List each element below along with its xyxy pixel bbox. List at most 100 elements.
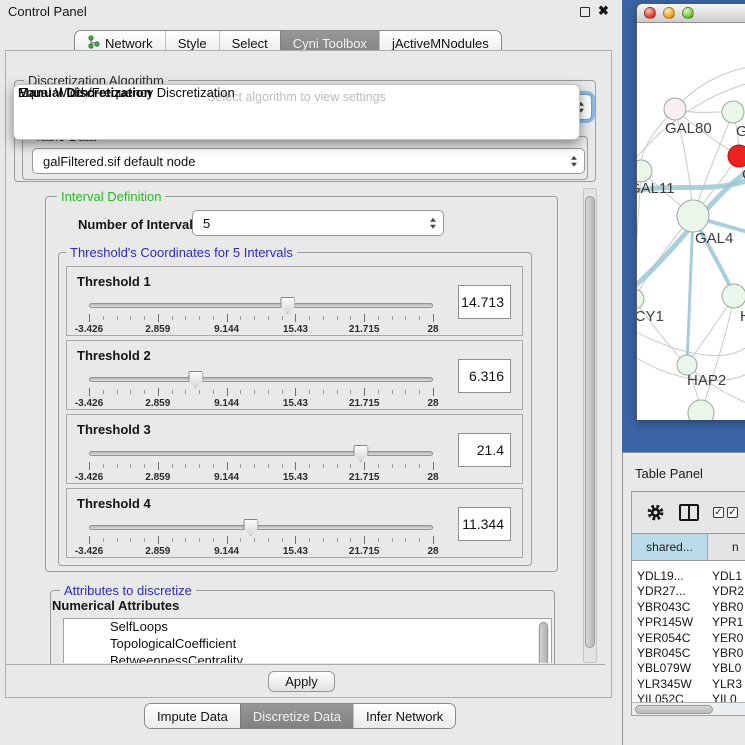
zoom-traffic-light-icon[interactable]	[682, 7, 694, 19]
threshold-value-field[interactable]: 11.344	[458, 507, 511, 541]
cell-name[interactable]: YDR2	[708, 584, 745, 599]
combo-stepper-icon	[430, 218, 436, 229]
algorithm-popup-item[interactable]: Equal Width/Frequency Discretization	[18, 85, 235, 100]
table-row[interactable]: YPR145W YPR1	[632, 615, 745, 630]
threshold-slider[interactable]: -3.4262.8599.14415.4321.71528	[89, 369, 433, 409]
table-row[interactable]: YBL079W YBL0	[632, 661, 745, 676]
table-panel-title: Table Panel	[635, 466, 703, 481]
network-node[interactable]	[688, 400, 714, 420]
cell-shared-name[interactable]: YIL052C	[632, 692, 708, 702]
cell-name[interactable]: YER0	[708, 631, 745, 646]
slider-thumb[interactable]	[243, 519, 258, 536]
checkbox-icon: ✓	[727, 507, 738, 518]
close-traffic-light-icon[interactable]	[644, 7, 656, 19]
node-table[interactable]: shared... n YDL19... YDL1 YDR27... YDR2	[632, 533, 745, 715]
tab-bottom[interactable]: Discretize Data	[240, 704, 353, 728]
gear-icon[interactable]	[646, 503, 665, 522]
attributes-list-scrollbar[interactable]	[538, 621, 549, 663]
number-of-intervals-label: Number of Intervals	[78, 217, 200, 232]
threshold-value-field[interactable]: 6.316	[458, 359, 511, 393]
cell-name[interactable]: YBL0	[708, 661, 745, 676]
network-window-titlebar[interactable]	[637, 4, 745, 23]
slider-track[interactable]	[89, 525, 433, 530]
column-header-name[interactable]: n	[708, 534, 745, 560]
tab-bottom[interactable]: Impute Data	[145, 704, 240, 728]
slider-thumb[interactable]	[280, 297, 295, 314]
threshold-value-field[interactable]: 14.713	[458, 285, 511, 319]
scrollbar-thumb[interactable]	[539, 622, 548, 663]
slider-tick-labels: -3.4262.8599.14415.4321.71528	[89, 472, 433, 484]
column-visibility-icon[interactable]: ✓ ✓	[713, 507, 738, 518]
slider-track[interactable]	[89, 377, 433, 382]
attribute-list-item[interactable]: BetweennessCentrality	[64, 653, 551, 663]
minimize-traffic-light-icon[interactable]	[663, 7, 675, 19]
slider-thumb[interactable]	[353, 445, 368, 462]
network-node[interactable]	[637, 289, 644, 309]
float-window-icon[interactable]	[580, 7, 590, 17]
main-vertical-scrollbar[interactable]	[583, 188, 597, 663]
cell-shared-name[interactable]: YPR145W	[632, 615, 708, 630]
attribute-list-item[interactable]: TopologicalCoefficient	[64, 636, 551, 653]
threshold-label: Threshold 2	[77, 348, 151, 363]
cell-name[interactable]: YLR3	[708, 677, 745, 692]
threshold-slider[interactable]: -3.4262.8599.14415.4321.71528	[89, 443, 433, 483]
cell-shared-name[interactable]: YBR043C	[632, 600, 708, 615]
slider-track[interactable]	[89, 451, 433, 456]
table-row[interactable]: YBR043C YBR0	[632, 600, 745, 615]
attribute-list-item[interactable]: SelfLoops	[64, 619, 551, 636]
table-row[interactable]: YIL052C YIL0	[632, 692, 745, 702]
table-data-selected-value: galFiltered.sif default node	[43, 154, 195, 169]
network-canvas[interactable]: GAL80GACGAL11GAL4GCY1HAHAP2	[637, 23, 745, 420]
slider-thumb[interactable]	[188, 371, 203, 388]
cyni-bottom-tabs: Impute Data Discretize Data Infer Networ…	[144, 703, 456, 729]
network-node[interactable]	[722, 284, 745, 308]
network-node[interactable]	[677, 200, 709, 232]
network-icon	[87, 35, 100, 52]
divider	[6, 664, 605, 665]
number-of-intervals-combobox[interactable]: 5	[192, 210, 444, 236]
network-node[interactable]	[728, 145, 745, 167]
threshold-value-field[interactable]: 21.4	[458, 433, 511, 467]
table-row[interactable]: YDR27... YDR2	[632, 584, 745, 599]
column-header-shared-name[interactable]: shared...	[632, 534, 708, 560]
table-row[interactable]: YBR045C YBR0	[632, 646, 745, 661]
table-toolbar: ✓ ✓	[632, 492, 745, 532]
cell-name[interactable]: YIL0	[708, 692, 745, 702]
slider-track[interactable]	[89, 303, 433, 308]
table-row[interactable]: YDL19... YDL1	[632, 569, 745, 584]
control-panel-titlebar: Control Panel ✖	[0, 0, 622, 22]
apply-button[interactable]: Apply	[268, 671, 335, 692]
cell-name[interactable]: YDL1	[708, 569, 745, 584]
columns-icon[interactable]	[679, 504, 699, 521]
cell-shared-name[interactable]: YLR345W	[632, 677, 708, 692]
threshold-slider[interactable]: -3.4262.8599.14415.4321.71528	[89, 295, 433, 335]
network-node-label: GA	[736, 123, 745, 140]
scrollbar-thumb[interactable]	[585, 196, 595, 648]
tab-label: Network	[105, 36, 153, 51]
scrollbar-thumb[interactable]	[635, 705, 713, 714]
network-node[interactable]	[664, 98, 686, 120]
network-node[interactable]	[722, 101, 744, 123]
table-rows[interactable]: YDL19... YDL1 YDR27... YDR2 YBR043C YBR0	[632, 562, 745, 702]
cell-shared-name[interactable]: YBR045C	[632, 646, 708, 661]
network-view-window[interactable]: GAL80GACGAL11GAL4GCY1HAHAP2	[636, 3, 745, 420]
numerical-attributes-list[interactable]: SelfLoops TopologicalCoefficient Between…	[63, 618, 552, 663]
close-icon[interactable]: ✖	[598, 3, 609, 19]
table-horizontal-scrollbar[interactable]	[632, 702, 745, 715]
cell-shared-name[interactable]: YDL19...	[632, 569, 708, 584]
tab-bottom[interactable]: Infer Network	[353, 704, 455, 728]
threshold-slider[interactable]: -3.4262.8599.14415.4321.71528	[89, 517, 433, 557]
table-data-combobox[interactable]: galFiltered.sif default node	[32, 148, 585, 174]
cell-shared-name[interactable]: YER054C	[632, 631, 708, 646]
checkbox-icon: ✓	[713, 507, 724, 518]
cell-name[interactable]: YBR0	[708, 646, 745, 661]
cell-name[interactable]: YBR0	[708, 600, 745, 615]
table-row[interactable]: YER054C YER0	[632, 631, 745, 646]
cell-shared-name[interactable]: YDR27...	[632, 584, 708, 599]
thresholds-group-title: Threshold's Coordinates for 5 Intervals	[66, 245, 297, 260]
cell-shared-name[interactable]: YBL079W	[632, 661, 708, 676]
network-node-label: GCY1	[637, 308, 664, 325]
cell-name[interactable]: YPR1	[708, 615, 745, 630]
combo-stepper-icon	[571, 156, 577, 167]
table-row[interactable]: YLR345W YLR3	[632, 677, 745, 692]
